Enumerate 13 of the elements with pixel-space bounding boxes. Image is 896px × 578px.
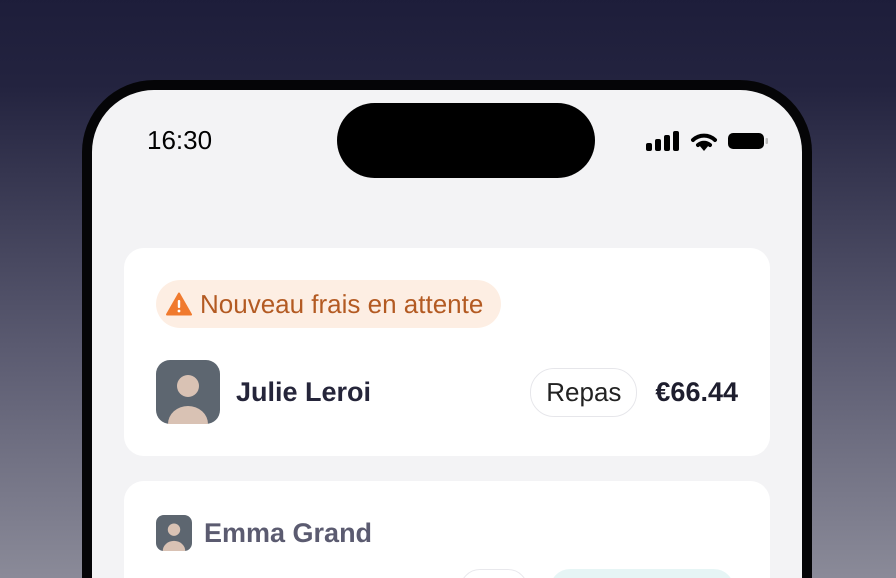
- expense-amount: €66.44: [655, 376, 738, 408]
- category-tag: Repas: [530, 368, 638, 416]
- person-name: Julie Leroi: [236, 376, 372, 408]
- expense-card[interactable]: Nouveau frais en attente Julie Leroi Repas €66.44: [124, 248, 770, 456]
- person-name: Emma Grand: [204, 518, 372, 548]
- avatar-silhouette-icon: [156, 360, 220, 424]
- warning-icon: [166, 292, 192, 316]
- status-time: 16:30: [146, 125, 214, 156]
- avatar-silhouette-icon: [156, 515, 192, 551]
- expense-card[interactable]: Emma Grand: [124, 481, 770, 578]
- battery-icon: [728, 132, 768, 148]
- alert-text: Nouveau frais en attente: [200, 288, 484, 320]
- signal-icon: [646, 130, 680, 150]
